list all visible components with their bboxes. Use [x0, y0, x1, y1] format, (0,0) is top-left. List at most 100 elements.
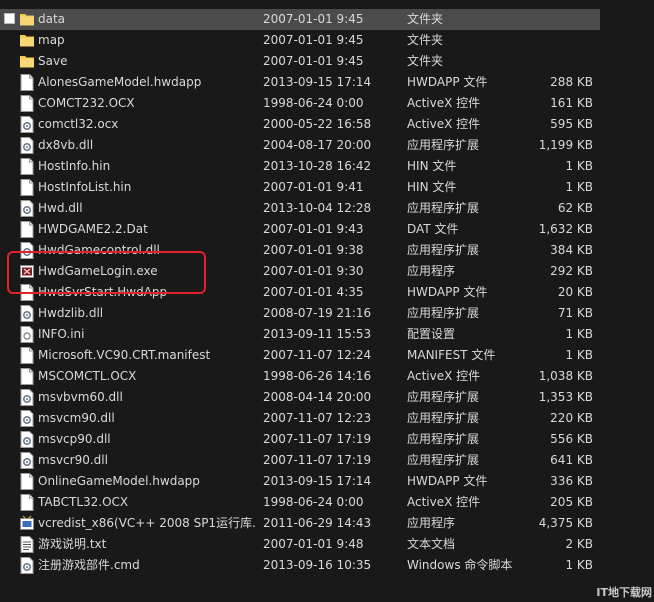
file-size: 20 KB [557, 285, 593, 299]
file-name: vcredist_x86(VC++ 2008 SP1运行库... [38, 516, 256, 530]
file-date-modified: 2007-01-01 9:38 [263, 243, 364, 257]
file-row[interactable]: INFO.ini 2013-09-11 15:53 配置设置 1 KB [0, 324, 600, 345]
file-date-modified: 2013-09-15 17:14 [263, 75, 372, 89]
file-row[interactable]: TABCTL32.OCX 1998-06-24 0:00 ActiveX 控件 205… [0, 492, 600, 513]
file-date-modified: 1998-06-26 14:16 [263, 369, 372, 383]
gear-file-icon [20, 410, 34, 427]
file-size: 1,632 KB [538, 222, 593, 236]
file-row[interactable]: Microsoft.VC90.CRT.manifest 2007-11-07 12… [0, 345, 600, 366]
file-type: 文件夹 [407, 54, 444, 68]
file-type: MANIFEST 文件 [407, 348, 496, 362]
file-name: Save [38, 54, 68, 68]
file-type: 应用程序 [407, 264, 456, 278]
file-date-modified: 2007-11-07 17:19 [263, 432, 372, 446]
file-type: 应用程序扩展 [407, 432, 480, 446]
gear-file-icon [20, 137, 34, 154]
file-row[interactable]: HostInfo.hin 2013-10-28 16:42 HIN 文件 1 KB [0, 156, 600, 177]
file-type: 应用程序扩展 [407, 390, 480, 404]
file-icon [20, 179, 34, 196]
file-date-modified: 2008-04-14 20:00 [263, 390, 372, 404]
file-type: 配置设置 [407, 327, 456, 341]
folder-icon [20, 11, 34, 28]
file-icon [20, 494, 34, 511]
file-date-modified: 2000-05-22 16:58 [263, 117, 372, 131]
file-name: COMCT232.OCX [38, 96, 135, 110]
file-row[interactable]: HwdSvrStart.HwdApp 2007-01-01 4:35 HWDAPP … [0, 282, 600, 303]
file-name: HWDGAME2.2.Dat [38, 222, 148, 236]
file-row[interactable]: AlonesGameModel.hwdapp 2013-09-15 17:14 HW… [0, 72, 600, 93]
file-date-modified: 2007-11-07 12:23 [263, 411, 372, 425]
row-checkbox[interactable] [4, 13, 15, 24]
file-name: Hwd.dll [38, 201, 83, 215]
file-row[interactable]: OnlineGameModel.hwdapp 2013-09-15 17:14 HW… [0, 471, 600, 492]
file-row[interactable]: Hwd.dll 2013-10-04 12:28 应用程序扩展 62 KB [0, 198, 600, 219]
file-size: 1 KB [565, 159, 593, 173]
file-date-modified: 1998-06-24 0:00 [263, 96, 364, 110]
file-icon [20, 74, 34, 91]
file-icon [20, 473, 34, 490]
file-name: comctl32.ocx [38, 117, 119, 131]
file-type: 应用程序扩展 [407, 243, 480, 257]
file-type: HWDAPP 文件 [407, 75, 488, 89]
file-date-modified: 2007-01-01 4:35 [263, 285, 364, 299]
file-row[interactable]: MSCOMCTL.OCX 1998-06-26 14:16 ActiveX 控件 1,… [0, 366, 600, 387]
file-type: DAT 文件 [407, 222, 459, 236]
file-size: 288 KB [550, 75, 593, 89]
file-date-modified: 2007-01-01 9:45 [263, 33, 364, 47]
file-row[interactable]: HostInfoList.hin 2007-01-01 9:41 HIN 文件 1 K… [0, 177, 600, 198]
file-row[interactable]: COMCT232.OCX 1998-06-24 0:00 ActiveX 控件 161… [0, 93, 600, 114]
file-icon [20, 221, 34, 238]
file-name: INFO.ini [38, 327, 85, 341]
gear-file-icon [20, 200, 34, 217]
file-size: 4,375 KB [538, 516, 593, 530]
file-date-modified: 2011-06-29 14:43 [263, 516, 372, 530]
file-row[interactable]: HwdGameLogin.exe 2007-01-01 9:30 应用程序 292 K… [0, 261, 600, 282]
gear-file-icon [20, 305, 34, 322]
file-row[interactable]: 游戏说明.txt 2007-01-01 9:48 文本文档 2 KB [0, 534, 600, 555]
file-name: AlonesGameModel.hwdapp [38, 75, 202, 89]
file-row[interactable]: msvbvm60.dll 2008-04-14 20:00 应用程序扩展 1,353 … [0, 387, 600, 408]
file-date-modified: 2004-08-17 20:00 [263, 138, 372, 152]
file-row[interactable]: Save 2007-01-01 9:45 文件夹 [0, 51, 600, 72]
file-row[interactable]: map 2007-01-01 9:45 文件夹 [0, 30, 600, 51]
file-name: HwdSvrStart.HwdApp [38, 285, 168, 299]
file-icon [20, 158, 34, 175]
file-name: TABCTL32.OCX [38, 495, 129, 509]
gear-file-icon [20, 389, 34, 406]
file-row[interactable]: msvcp90.dll 2007-11-07 17:19 应用程序扩展 556 KB [0, 429, 600, 450]
file-row[interactable]: Hwdzlib.dll 2008-07-19 21:16 应用程序扩展 71 KB [0, 303, 600, 324]
file-date-modified: 1998-06-24 0:00 [263, 495, 364, 509]
file-size: 2 KB [565, 537, 593, 551]
file-row[interactable]: 注册游戏部件.cmd 2013-09-16 10:35 Windows 命令脚本 1 … [0, 555, 600, 576]
file-name: map [38, 33, 65, 47]
file-row[interactable]: data 2007-01-01 9:45 文件夹 [0, 9, 600, 30]
file-date-modified: 2008-07-19 21:16 [263, 306, 372, 320]
file-row[interactable]: msvcm90.dll 2007-11-07 12:23 应用程序扩展 220 KB [0, 408, 600, 429]
gear-file-icon [20, 431, 34, 448]
file-row[interactable]: HwdGamecontrol.dll 2007-01-01 9:38 应用程序扩展 3… [0, 240, 600, 261]
file-row[interactable]: vcredist_x86(VC++ 2008 SP1运行库... 2011-06-… [0, 513, 600, 534]
ini-icon [20, 326, 34, 343]
folder-icon [20, 53, 34, 70]
file-icon [20, 95, 34, 112]
file-date-modified: 2007-11-07 17:19 [263, 453, 372, 467]
file-row[interactable]: msvcr90.dll 2007-11-07 17:19 应用程序扩展 641 KB [0, 450, 600, 471]
file-name: msvbvm60.dll [38, 390, 123, 404]
file-list: data 2007-01-01 9:45 文件夹 map 2007-01-01 9:45… [0, 9, 600, 576]
file-row[interactable]: dx8vb.dll 2004-08-17 20:00 应用程序扩展 1,199 KB [0, 135, 600, 156]
file-date-modified: 2013-09-15 17:14 [263, 474, 372, 488]
file-size: 62 KB [557, 201, 593, 215]
gear-file-icon [20, 116, 34, 133]
gear-file-icon [20, 557, 34, 574]
file-name: 注册游戏部件.cmd [38, 558, 140, 572]
file-type: HWDAPP 文件 [407, 285, 488, 299]
file-type: Windows 命令脚本 [407, 558, 513, 572]
file-row[interactable]: HWDGAME2.2.Dat 2007-01-01 9:43 DAT 文件 1,632… [0, 219, 600, 240]
file-size: 384 KB [550, 243, 593, 257]
file-size: 1 KB [565, 348, 593, 362]
file-name: Microsoft.VC90.CRT.manifest [38, 348, 211, 362]
file-row[interactable]: comctl32.ocx 2000-05-22 16:58 ActiveX 控件 59… [0, 114, 600, 135]
file-size: 161 KB [550, 96, 593, 110]
file-type: 应用程序扩展 [407, 411, 480, 425]
file-name: HwdGameLogin.exe [38, 264, 158, 278]
